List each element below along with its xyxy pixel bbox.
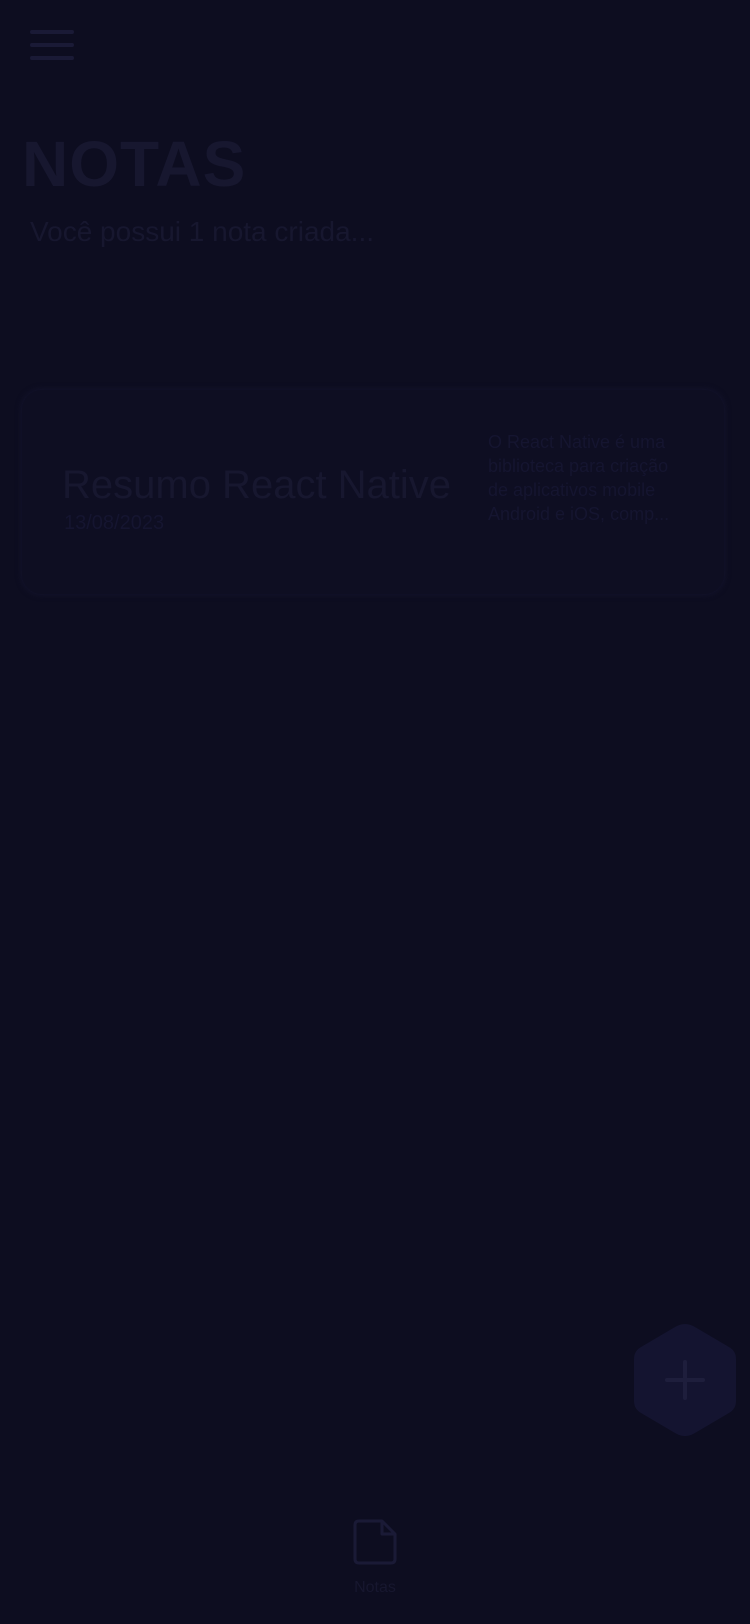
menu-bar-line [30,30,74,34]
hexagon-button-shape [634,1324,736,1436]
tab-label: Notas [354,1579,396,1596]
tab-notas[interactable]: Notas [335,1518,415,1602]
add-note-button[interactable] [632,1322,738,1438]
note-title: Resumo React Native [62,463,452,507]
note-count-text: Você possui 1 nota criada... [30,216,374,247]
menu-bar-line [30,43,74,47]
note-date: 13/08/2023 [64,512,165,534]
note-preview: O React Native é uma biblioteca para cri… [488,432,670,524]
notes-screen: NOTAS Você possui 1 nota criada... Resum… [0,0,750,1624]
bottom-tab-bar: Notas [0,1500,750,1624]
note-card[interactable]: Resumo React Native 13/08/2023 O React N… [22,390,724,594]
note-icon [353,1519,397,1565]
hamburger-menu-icon[interactable] [28,26,76,66]
menu-bar-line [30,56,74,60]
page-title: NOTAS [22,128,247,200]
